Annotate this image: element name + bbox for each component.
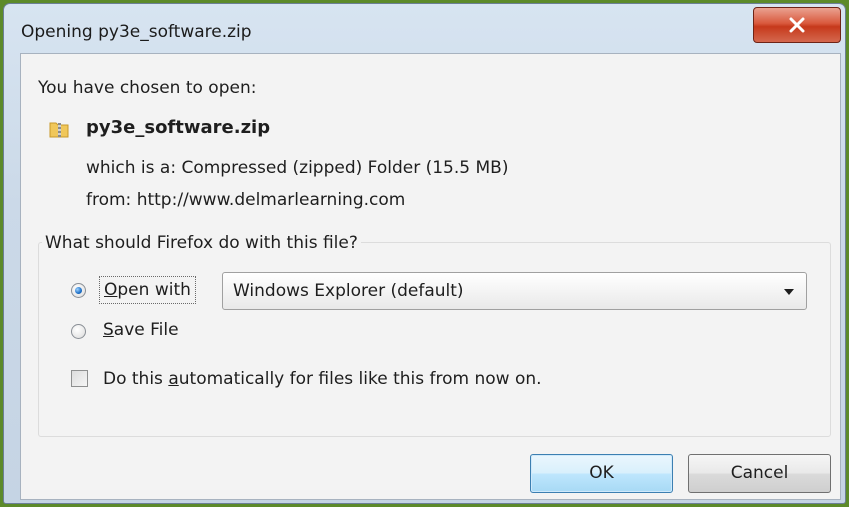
title-bar[interactable]: Opening py3e_software.zip	[4, 4, 845, 54]
action-group-label: What should Firefox do with this file?	[42, 233, 361, 253]
zip-file-icon	[49, 122, 69, 138]
open-with-radio[interactable]	[71, 283, 86, 298]
dialog-window: Opening py3e_software.zip You have chose…	[3, 3, 846, 504]
save-file-radio[interactable]	[71, 324, 86, 339]
file-name: py3e_software.zip	[86, 117, 271, 138]
close-button[interactable]	[753, 7, 841, 43]
ok-button[interactable]: OK	[530, 454, 673, 493]
chevron-down-icon	[784, 289, 794, 295]
save-file-accesskey: S	[103, 320, 114, 340]
auto-label-after: utomatically for files like this from no…	[178, 369, 542, 389]
open-with-label[interactable]: Open with	[99, 276, 196, 304]
auto-label-before: Do this	[103, 369, 169, 389]
open-with-app-select[interactable]: Windows Explorer (default)	[222, 272, 807, 310]
file-source: from: http://www.delmarlearning.com	[86, 190, 406, 210]
dialog-content: You have chosen to open: py3e_software.z…	[20, 53, 841, 500]
open-with-app-value: Windows Explorer (default)	[233, 281, 464, 301]
auto-checkbox-label[interactable]: Do this automatically for files like thi…	[103, 369, 542, 389]
cancel-button[interactable]: Cancel	[688, 454, 831, 493]
save-file-label[interactable]: Save File	[103, 320, 179, 340]
auto-checkbox[interactable]	[71, 370, 88, 387]
save-file-label-text: ave File	[113, 320, 179, 340]
intro-text: You have chosen to open:	[38, 78, 257, 98]
open-with-accesskey: O	[104, 280, 118, 300]
close-x-icon	[789, 17, 805, 33]
auto-label-accesskey: a	[168, 369, 179, 389]
open-with-label-text: pen with	[117, 280, 191, 300]
file-type: which is a: Compressed (zipped) Folder (…	[86, 158, 509, 178]
window-title: Opening py3e_software.zip	[21, 22, 252, 42]
